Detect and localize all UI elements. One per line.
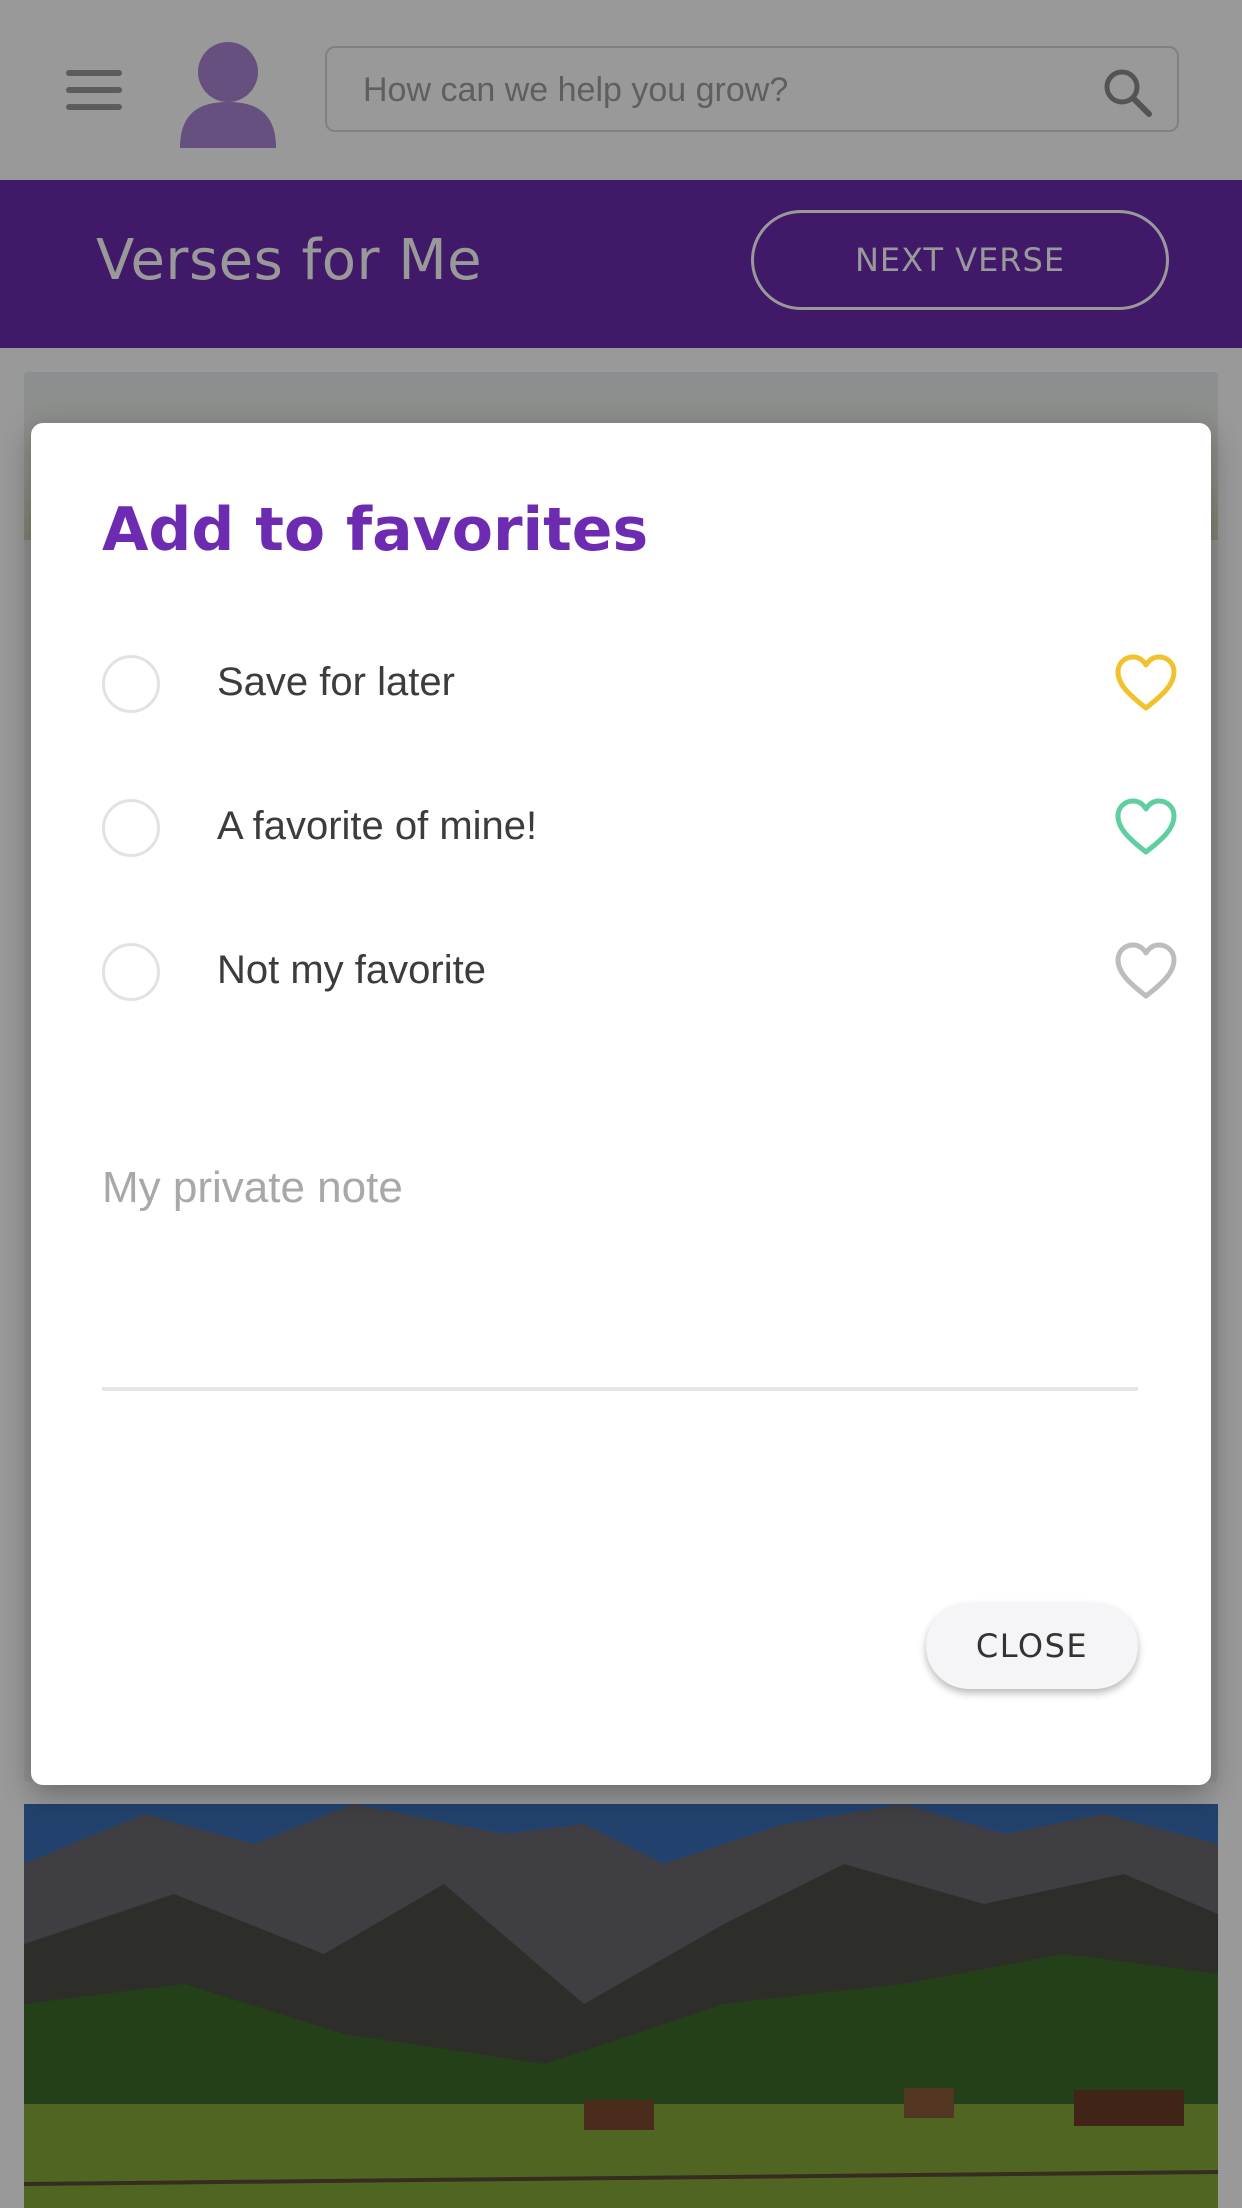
radio-button[interactable] bbox=[102, 943, 160, 1001]
option-label: A favorite of mine! bbox=[217, 804, 538, 848]
option-save-for-later[interactable]: Save for later bbox=[102, 646, 1177, 726]
heart-outline-gray-icon bbox=[1114, 942, 1178, 1002]
private-note-field[interactable] bbox=[102, 1163, 1138, 1391]
option-label: Not my favorite bbox=[217, 948, 486, 992]
close-button[interactable]: CLOSE bbox=[926, 1603, 1138, 1689]
add-to-favorites-dialog: Add to favorites Save for later A favori… bbox=[31, 423, 1211, 1785]
option-favorite-of-mine[interactable]: A favorite of mine! bbox=[102, 790, 1177, 870]
heart-outline-yellow-icon bbox=[1114, 654, 1178, 714]
dialog-title: Add to favorites bbox=[102, 495, 649, 565]
radio-button[interactable] bbox=[102, 655, 160, 713]
heart-outline-green-icon bbox=[1114, 798, 1178, 858]
option-label: Save for later bbox=[217, 660, 455, 704]
radio-button[interactable] bbox=[102, 799, 160, 857]
option-not-my-favorite[interactable]: Not my favorite bbox=[102, 934, 1177, 1014]
